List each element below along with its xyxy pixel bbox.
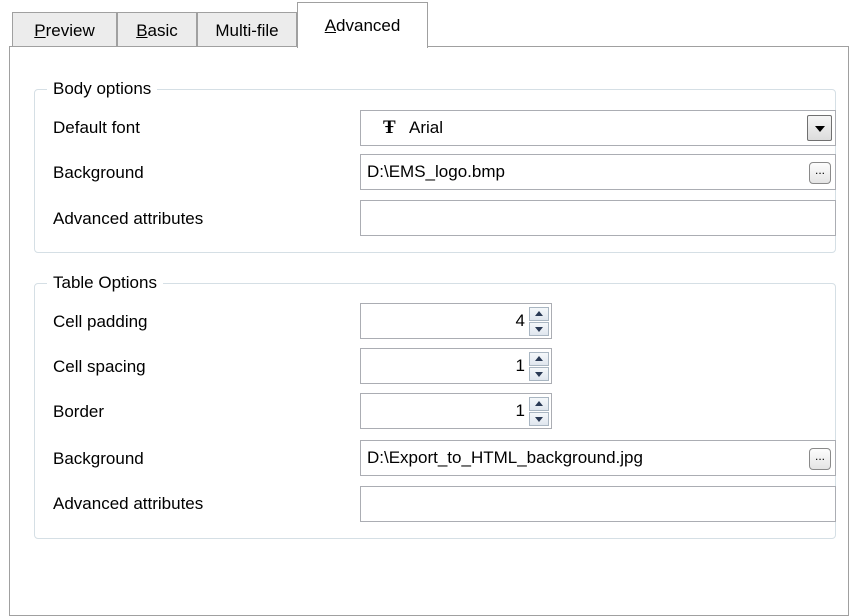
table-background-label: Background — [53, 449, 144, 468]
body-options-legend: Body options — [47, 79, 158, 99]
chevron-down-icon[interactable] — [807, 115, 832, 141]
cell-spacing-label: Cell spacing — [53, 357, 146, 376]
cell-padding-label: Cell padding — [53, 312, 148, 331]
tab-advanced[interactable]: Advanced — [297, 2, 428, 48]
table-advanced-attributes-label: Advanced attributes — [53, 494, 204, 513]
cell-padding-spinner[interactable]: 4 — [360, 303, 552, 339]
tab-preview[interactable]: Preview — [12, 12, 117, 48]
border-value: 1 — [515, 401, 525, 420]
tab-advanced-label: dvanced — [336, 16, 401, 35]
tab-strip: Preview Basic Multi-file Advanced — [0, 0, 858, 50]
default-font-combo[interactable]: Ŧ Arial — [360, 110, 836, 146]
truetype-font-icon: Ŧ — [383, 117, 396, 138]
cell-spacing-value: 1 — [515, 356, 525, 375]
default-font-label: Default font — [53, 118, 140, 137]
cell-padding-value: 4 — [515, 311, 525, 330]
table-background-value: D:\Export_to_HTML_background.jpg — [367, 448, 643, 467]
arrow-up-icon[interactable] — [529, 352, 549, 366]
table-options-legend: Table Options — [47, 273, 163, 293]
arrow-down-icon[interactable] — [529, 412, 549, 426]
cell-spacing-spinner[interactable]: 1 — [360, 348, 552, 384]
arrow-down-icon[interactable] — [529, 322, 549, 336]
body-background-label: Background — [53, 163, 144, 182]
advanced-tab-page: Body options Default font Ŧ Arial Backgr… — [9, 46, 849, 616]
table-advanced-attributes-field[interactable] — [360, 486, 836, 522]
arrow-up-icon[interactable] — [529, 397, 549, 411]
tab-basic-label: asic — [147, 21, 178, 40]
arrow-down-icon[interactable] — [529, 367, 549, 381]
tab-basic-accel: B — [136, 21, 148, 40]
tab-preview-label: review — [45, 21, 95, 40]
body-advanced-attributes-label: Advanced attributes — [53, 209, 204, 228]
tab-advanced-accel: A — [324, 16, 337, 35]
body-background-browse-button[interactable]: ... — [809, 162, 831, 184]
border-spinner[interactable]: 1 — [360, 393, 552, 429]
body-advanced-attributes-field[interactable] — [360, 200, 836, 236]
default-font-value: Arial — [409, 118, 444, 137]
table-background-browse-button[interactable]: ... — [809, 448, 831, 470]
tab-basic[interactable]: Basic — [117, 12, 197, 48]
arrow-up-icon[interactable] — [529, 307, 549, 321]
body-background-value: D:\EMS_logo.bmp — [367, 162, 505, 181]
tab-multi-file[interactable]: Multi-file — [197, 12, 297, 48]
table-background-field[interactable]: D:\Export_to_HTML_background.jpg ... — [360, 440, 836, 476]
body-background-field[interactable]: D:\EMS_logo.bmp ... — [360, 154, 836, 190]
tab-multi-file-label: Multi-file — [215, 21, 279, 40]
border-label: Border — [53, 402, 105, 421]
tab-preview-accel: P — [34, 21, 46, 40]
